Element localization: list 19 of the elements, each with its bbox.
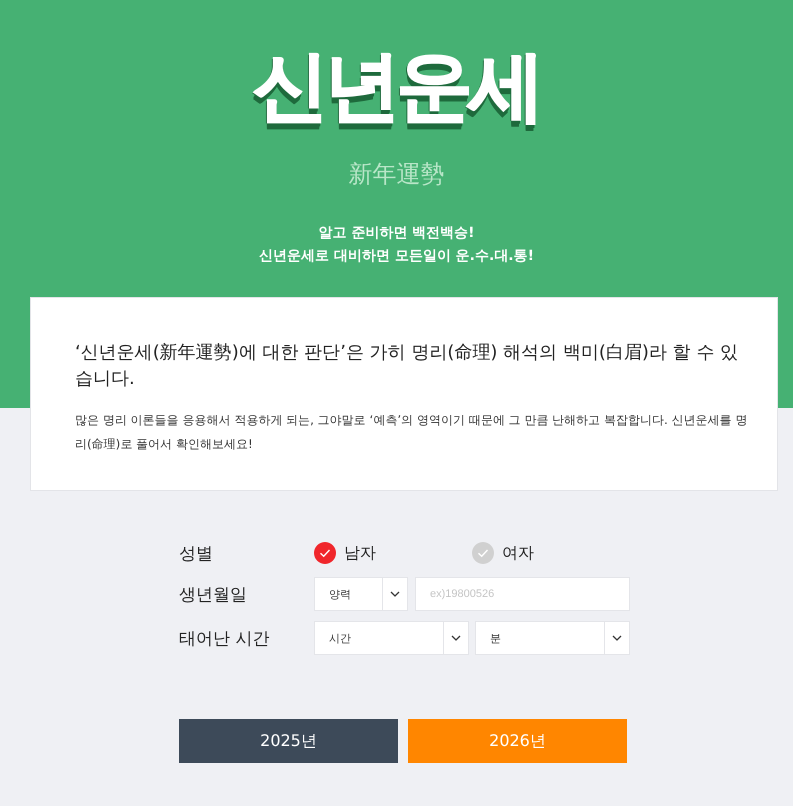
gender-label: 성별 <box>179 542 214 564</box>
birth-time-label: 태어난 시간 <box>179 628 270 650</box>
page-title: 신년운세 <box>252 48 540 124</box>
tagline-text: 알고 준비하면 백전백승! <box>318 224 475 243</box>
tagline-text: 신년운세로 대비하면 모든일이 운.수.대.통! <box>259 246 534 266</box>
caret-icon <box>390 591 400 597</box>
page-subtitle: 新年運勢 <box>348 160 444 189</box>
year-button[interactable]: 2025년 <box>179 719 398 763</box>
birthdate-input[interactable]: ex)19800526 <box>415 577 630 611</box>
minute-select[interactable]: 분 <box>475 621 630 655</box>
caret-icon <box>451 635 461 641</box>
gender-option[interactable]: 여자 <box>472 542 630 564</box>
intro-heading: ‘신년운세(新年運勢)에 대한 판단’은 가히 명리(命理) 해석의 백미(白眉)라 할 수 있습니다. <box>75 341 740 391</box>
hour-select[interactable]: 시간 <box>314 621 469 655</box>
calendar-select[interactable]: 양력 <box>314 577 408 611</box>
caret-icon <box>612 635 622 641</box>
gender-option[interactable]: 남자 <box>314 542 472 564</box>
intro-text: 많은 명리 이론들을 응용해서 적용하게 되는, 그야말로 ‘예측’의 영역이기 때문에 그 만큼 난해하고 복잡합니다. 신년운세를 명리(命理)로 풀어서 확인해보세요! <box>75 412 748 453</box>
birthdate-label: 생년월일 <box>179 584 248 606</box>
